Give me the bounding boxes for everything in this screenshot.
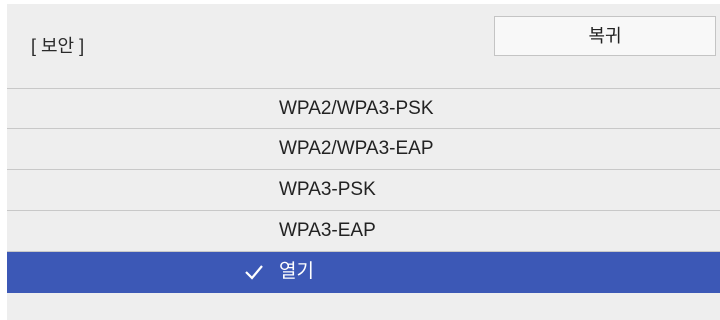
option-label: WPA3-PSK (279, 179, 376, 200)
option-wpa2-wpa3-eap[interactable]: WPA2/WPA3-EAP (7, 129, 720, 170)
option-wpa3-psk[interactable]: WPA3-PSK (7, 170, 720, 211)
security-option-list: WPA2/WPA3-PSK WPA2/WPA3-EAP WPA3-PSK WPA… (7, 88, 720, 293)
option-label: 열기 (279, 261, 314, 282)
option-label: WPA2/WPA3-EAP (279, 138, 434, 159)
checkmark-icon (245, 265, 263, 280)
option-wpa3-eap[interactable]: WPA3-EAP (7, 211, 720, 252)
return-button[interactable]: 복귀 (494, 16, 716, 56)
option-open[interactable]: 열기 (7, 252, 720, 293)
security-settings-panel: [ 보안 ] 복귀 WPA2/WPA3-PSK WPA2/WPA3-EAP WP… (7, 4, 720, 320)
option-label: WPA2/WPA3-PSK (279, 98, 434, 119)
option-label: WPA3-EAP (279, 220, 376, 241)
panel-header: [ 보안 ] 복귀 (7, 4, 720, 86)
option-wpa2-wpa3-psk[interactable]: WPA2/WPA3-PSK (7, 88, 720, 129)
page-title: [ 보안 ] (31, 36, 85, 56)
